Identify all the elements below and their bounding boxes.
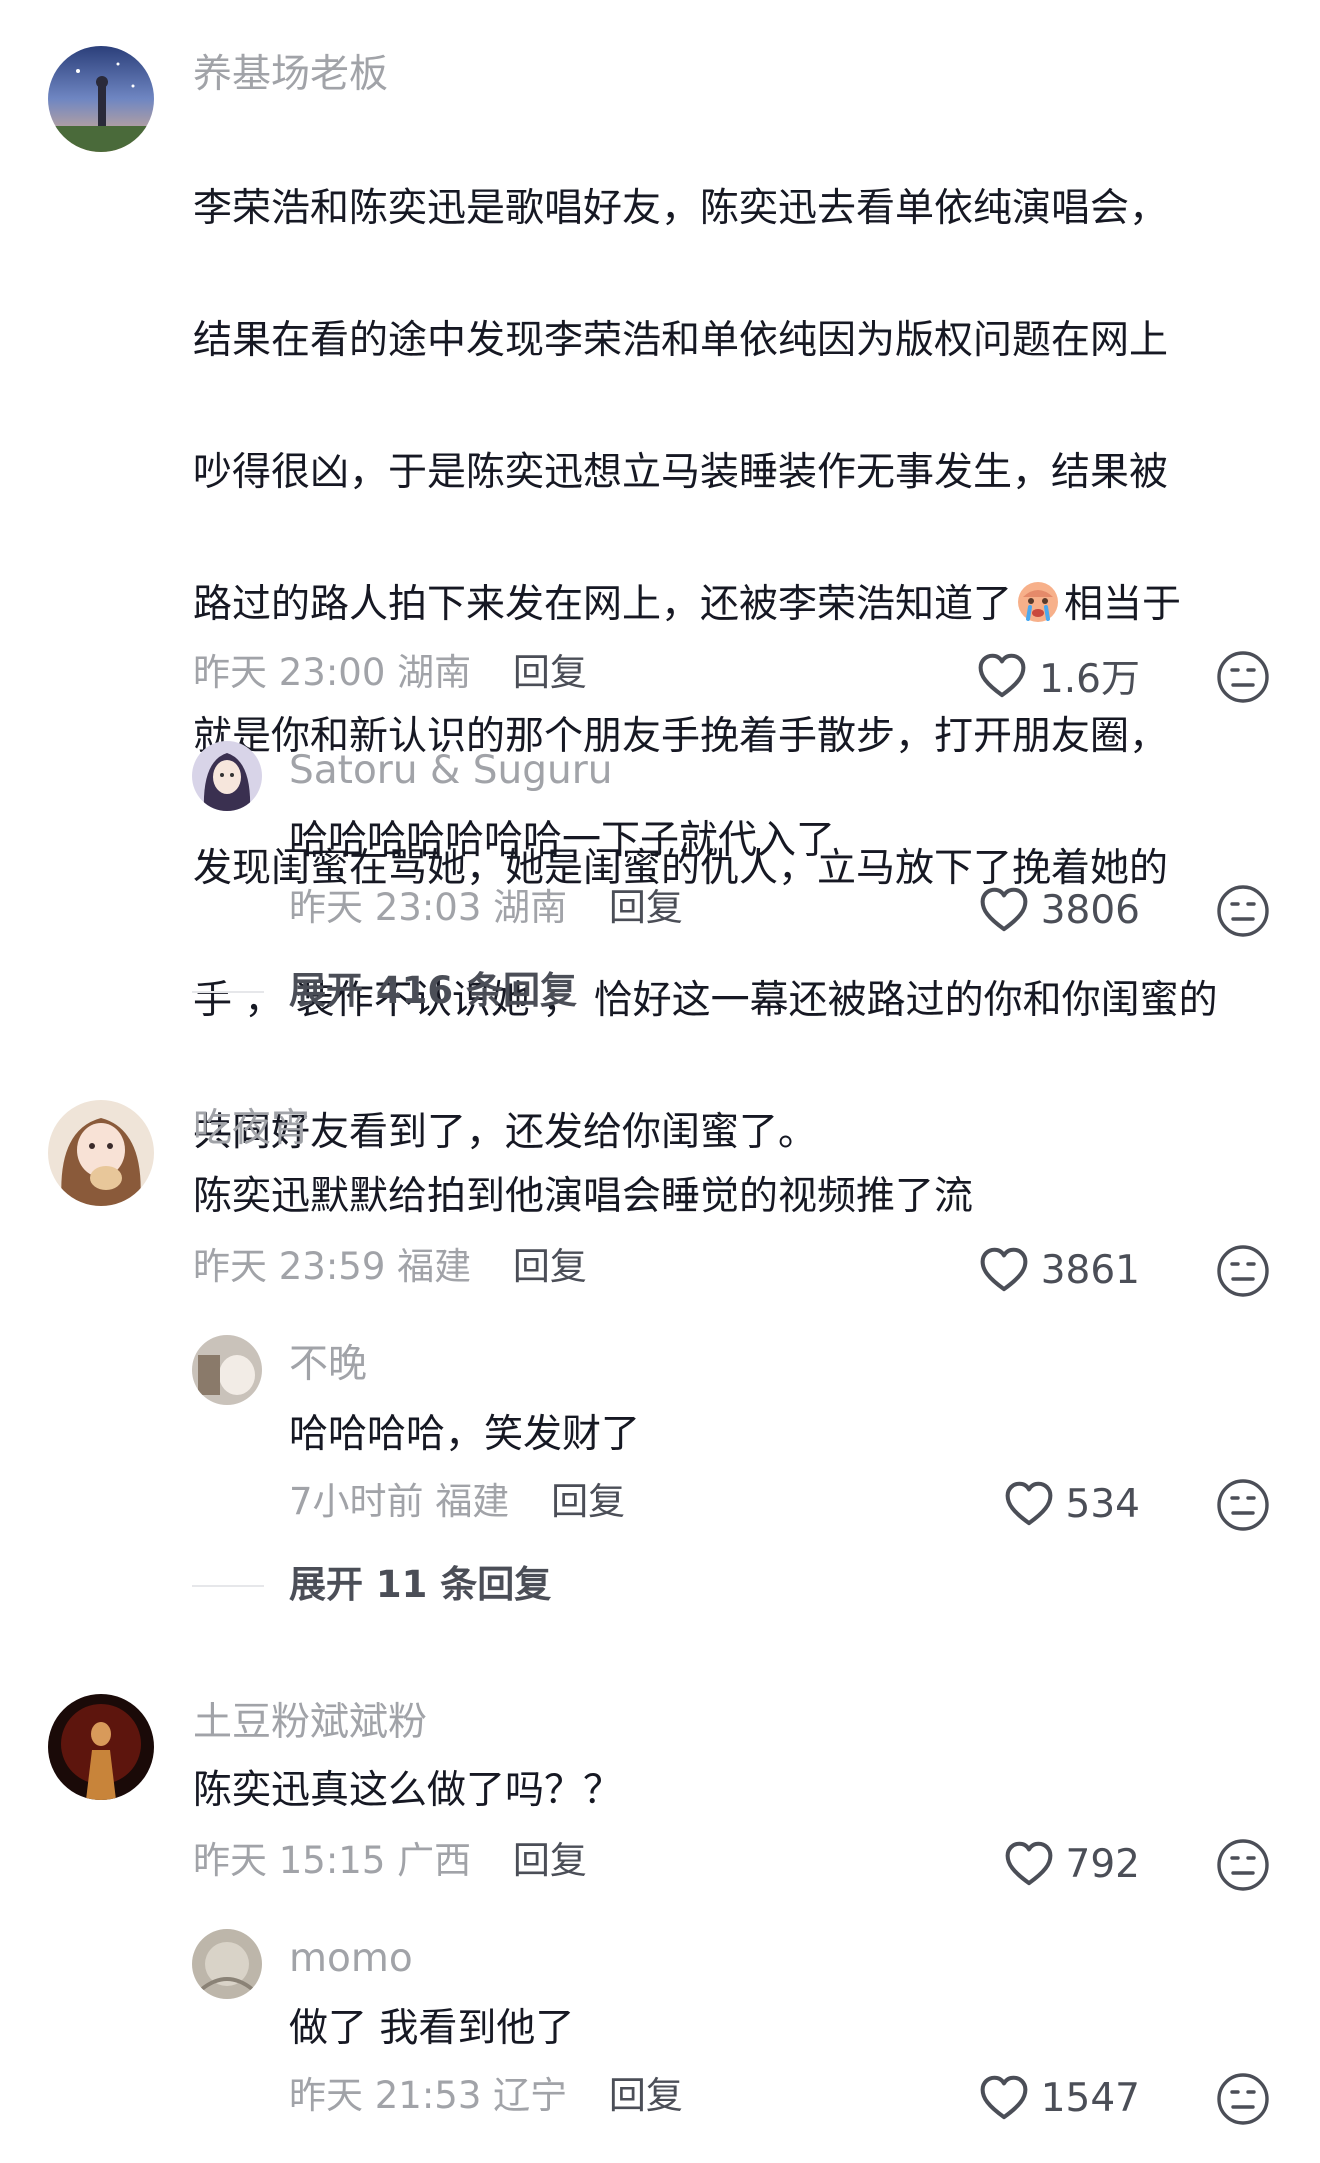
like-button[interactable]: 1.6万 xyxy=(880,646,1140,706)
heart-outline-icon xyxy=(975,649,1029,703)
reply-text: 哈哈哈哈，笑发财了 xyxy=(289,1412,641,1457)
avatar[interactable] xyxy=(192,741,262,811)
like-button[interactable]: 534 xyxy=(880,1474,1140,1534)
comment-text-line: 共同好友看到了，还发给你闺蜜了。 xyxy=(193,1110,818,1155)
reply-meta: 昨天 21:53 辽宁 回复 xyxy=(289,2071,683,2121)
neutral-face-icon[interactable] xyxy=(1214,1476,1272,1534)
reply-button[interactable]: 回复 xyxy=(609,886,683,929)
reply-button[interactable]: 回复 xyxy=(513,651,587,694)
neutral-face-icon[interactable] xyxy=(1214,1242,1272,1300)
comment-username[interactable]: 养基场老板 xyxy=(193,50,388,100)
like-count: 3861 xyxy=(1040,1247,1140,1293)
avatar[interactable] xyxy=(48,1100,154,1206)
reply-button[interactable]: 回复 xyxy=(609,2074,683,2117)
like-button[interactable]: 3861 xyxy=(880,1240,1140,1300)
heart-outline-icon xyxy=(1002,1837,1056,1891)
comment-location: 福建 xyxy=(397,1245,472,1288)
comment-username[interactable]: 土豆粉斌斌粉 xyxy=(193,1698,427,1748)
comment-text-line: 李荣浩和陈奕迅是歌唱好友，陈奕迅去看单依纯演唱会， xyxy=(193,186,1169,231)
reply-time: 昨天 21:53 xyxy=(289,2074,482,2117)
heart-outline-icon xyxy=(977,883,1031,937)
comment-text-line: 路过的路人拍下来发在网上，还被李荣浩知道了 相当于 xyxy=(193,572,1283,638)
comment-text-line: 吵得很凶，于是陈奕迅想立马装睡装作无事发生，结果被 xyxy=(193,450,1169,495)
avatar[interactable] xyxy=(192,1335,262,1405)
expand-replies-button[interactable]: 展开 11 条回复 xyxy=(289,1560,551,1610)
neutral-face-icon[interactable] xyxy=(1214,2070,1272,2128)
crying-face-emoji xyxy=(1018,582,1059,622)
like-button[interactable]: 3806 xyxy=(880,880,1140,940)
comment-text-line: 结果在看的途中发现李荣浩和单依纯因为版权问题在网上 xyxy=(193,318,1169,363)
like-count: 792 xyxy=(1065,1841,1140,1887)
comment-meta: 昨天 23:00 湖南 回复 xyxy=(193,648,587,698)
like-count: 534 xyxy=(1065,1481,1140,1527)
comment-location: 湖南 xyxy=(397,651,472,694)
reply-location: 福建 xyxy=(435,1480,510,1523)
reply-time: 7小时前 xyxy=(289,1480,424,1523)
reply-username[interactable]: Satoru & Suguru xyxy=(289,746,612,796)
reply-username[interactable]: 不晚 xyxy=(289,1340,367,1390)
comment-meta: 昨天 15:15 广西 回复 xyxy=(193,1836,587,1886)
expand-divider xyxy=(192,991,264,993)
avatar[interactable] xyxy=(48,1694,154,1800)
heart-outline-icon xyxy=(977,2071,1031,2125)
neutral-face-icon[interactable] xyxy=(1214,648,1272,706)
reply-text: 做了 我看到他了 xyxy=(289,2006,575,2051)
heart-outline-icon xyxy=(1002,1477,1056,1531)
reply-meta: 7小时前 福建 回复 xyxy=(289,1477,625,1527)
like-count: 1547 xyxy=(1040,2075,1140,2121)
avatar[interactable] xyxy=(192,1929,262,1999)
comment-location: 广西 xyxy=(397,1839,472,1882)
reply-text: 哈哈哈哈哈哈哈一下子就代入了 xyxy=(289,818,836,863)
neutral-face-icon[interactable] xyxy=(1214,1836,1272,1894)
expand-divider xyxy=(192,1585,264,1587)
comment-time: 昨天 23:59 xyxy=(193,1245,386,1288)
reply-button[interactable]: 回复 xyxy=(513,1245,587,1288)
heart-outline-icon xyxy=(977,1243,1031,1297)
like-button[interactable]: 1547 xyxy=(880,2068,1140,2128)
reply-meta: 昨天 23:03 湖南 回复 xyxy=(289,883,683,933)
reply-button[interactable]: 回复 xyxy=(513,1839,587,1882)
comment-time: 昨天 23:00 xyxy=(193,651,386,694)
like-button[interactable]: 792 xyxy=(880,1834,1140,1894)
comment-username[interactable]: 吃夜宵 xyxy=(193,1104,310,1154)
comment-text: 陈奕迅默默给拍到他演唱会睡觉的视频推了流 xyxy=(193,1174,974,1219)
reply-location: 湖南 xyxy=(493,886,568,929)
reply-location: 辽宁 xyxy=(493,2074,568,2117)
comment-text: 陈奕迅真这么做了吗？？ xyxy=(193,1768,623,1813)
avatar[interactable] xyxy=(48,46,154,152)
reply-username[interactable]: momo xyxy=(289,1934,413,1984)
like-count: 1.6万 xyxy=(1038,657,1140,702)
reply-time: 昨天 23:03 xyxy=(289,886,482,929)
reply-button[interactable]: 回复 xyxy=(551,1480,625,1523)
expand-replies-button[interactable]: 展开 416 条回复 xyxy=(289,966,577,1016)
comment-meta: 昨天 23:59 福建 回复 xyxy=(193,1242,587,1292)
neutral-face-icon[interactable] xyxy=(1214,882,1272,940)
like-count: 3806 xyxy=(1040,887,1140,933)
comment-time: 昨天 15:15 xyxy=(193,1839,386,1882)
